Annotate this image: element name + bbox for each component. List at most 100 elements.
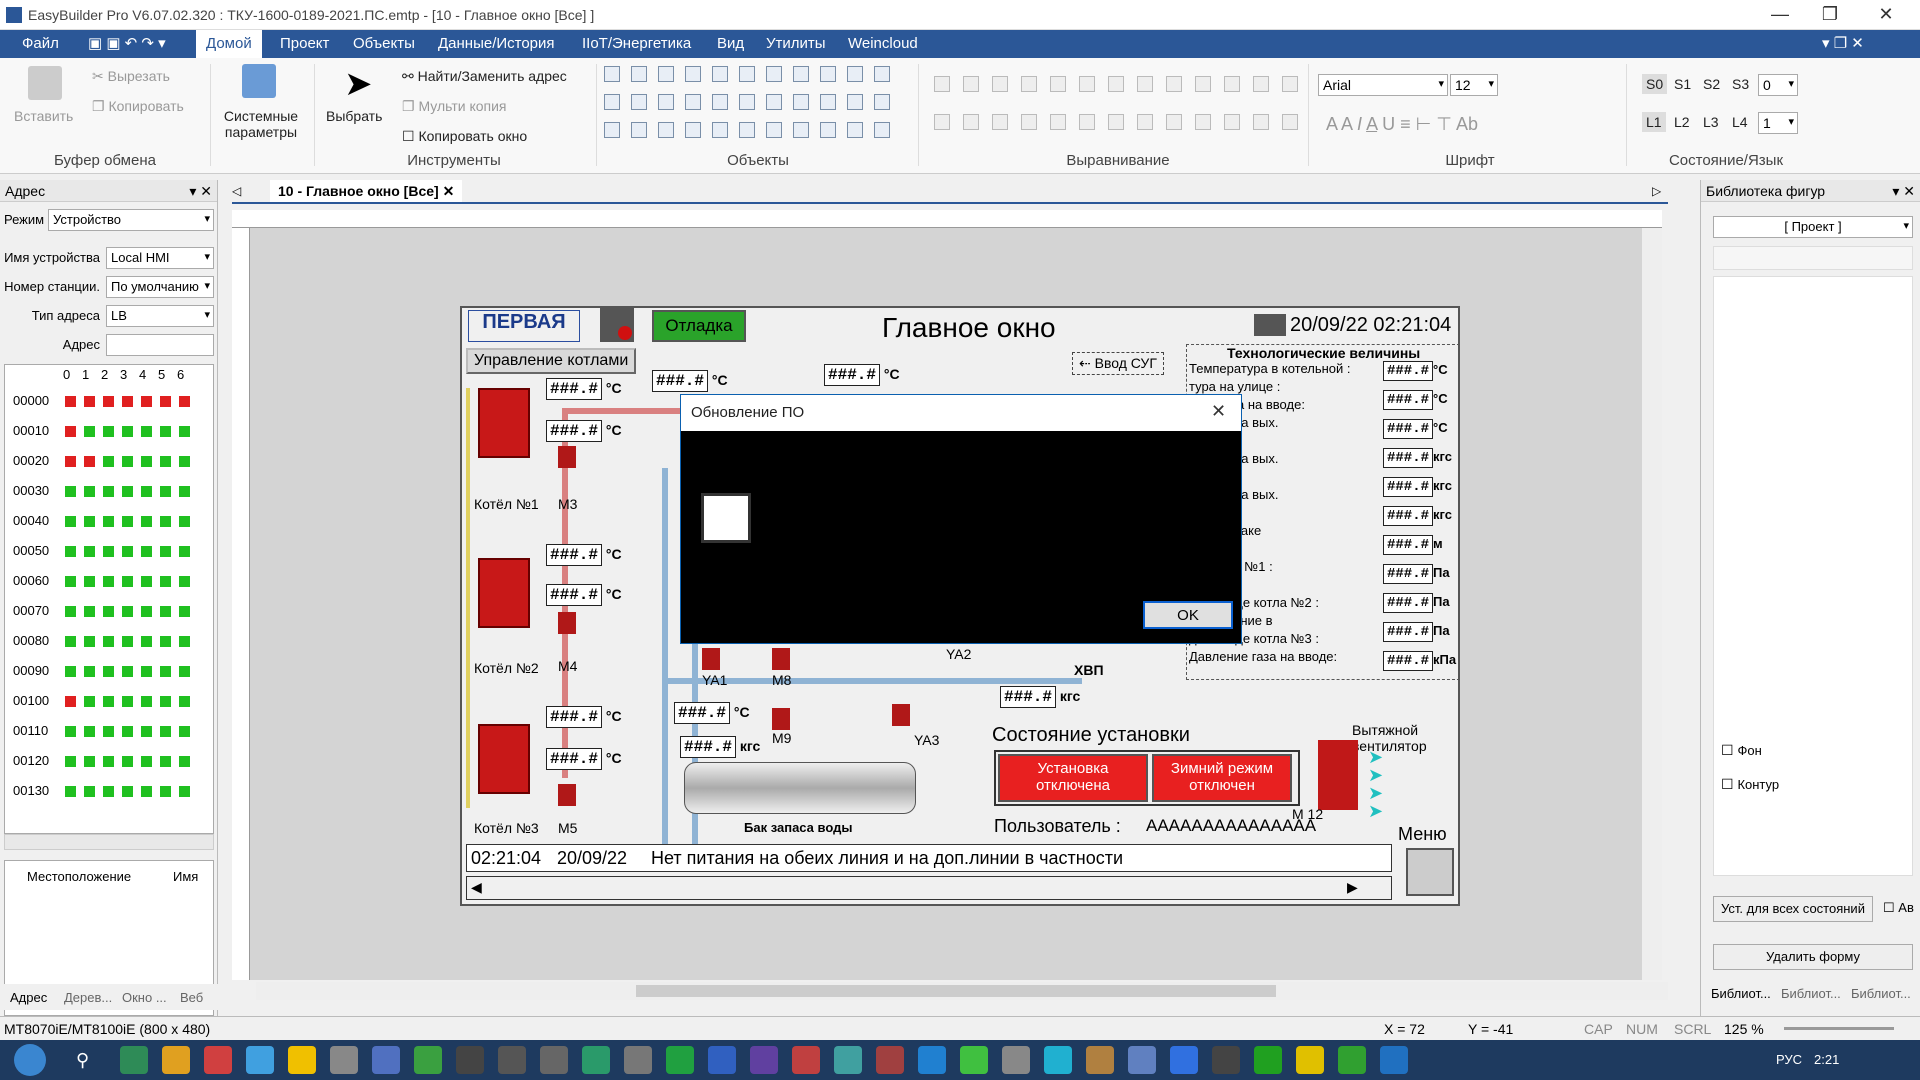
- tech-readout[interactable]: ###.# м: [1383, 535, 1458, 564]
- tech-readout[interactable]: ###.# °C: [1383, 390, 1458, 419]
- object-tool-icon[interactable]: [712, 94, 728, 110]
- object-tool-icon[interactable]: [658, 66, 674, 82]
- align-tool-icon[interactable]: [992, 114, 1008, 130]
- bit-indicator[interactable]: [103, 666, 114, 677]
- bit-indicator[interactable]: [84, 516, 95, 527]
- bit-indicator[interactable]: [84, 696, 95, 707]
- taskbar-app-icon[interactable]: [918, 1046, 946, 1074]
- align-tool-icon[interactable]: [963, 76, 979, 92]
- bit-indicator[interactable]: [141, 666, 152, 677]
- bit-indicator[interactable]: [122, 606, 133, 617]
- bit-indicator[interactable]: [179, 726, 190, 737]
- value-box[interactable]: ###.#: [546, 544, 603, 566]
- exhaust-fan-icon[interactable]: [1318, 740, 1358, 810]
- valve-ya1[interactable]: [702, 648, 720, 670]
- object-tool-icon[interactable]: [766, 122, 782, 138]
- align-tool-icon[interactable]: [1253, 114, 1269, 130]
- bit-indicator[interactable]: [84, 486, 95, 497]
- object-tool-icon[interactable]: [631, 66, 647, 82]
- taskbar-app-icon[interactable]: [1296, 1046, 1324, 1074]
- value-box[interactable]: ###.#: [1383, 361, 1434, 381]
- taskbar-app-icon[interactable]: [582, 1046, 610, 1074]
- temp-readout[interactable]: ###.# °C: [546, 420, 622, 442]
- object-tool-icon[interactable]: [685, 122, 701, 138]
- contour-checkbox[interactable]: ☐ Контур: [1721, 776, 1779, 793]
- object-tool-icon[interactable]: [793, 122, 809, 138]
- bit-indicator[interactable]: [122, 456, 133, 467]
- bit-indicator[interactable]: [103, 726, 114, 737]
- tech-readout[interactable]: ###.# Па: [1383, 593, 1458, 622]
- object-tool-icon[interactable]: [793, 94, 809, 110]
- bit-indicator[interactable]: [65, 516, 76, 527]
- canvas-hscroll[interactable]: [256, 982, 1668, 1000]
- bit-indicator[interactable]: [160, 456, 171, 467]
- taskbar-app-icon[interactable]: [540, 1046, 568, 1074]
- search-icon[interactable]: ⚲: [76, 1050, 89, 1071]
- installation-off-button[interactable]: Установка отключена: [998, 754, 1148, 802]
- tab-scroll-left-icon[interactable]: ◁: [232, 184, 241, 198]
- close-tab-icon[interactable]: ✕: [443, 183, 455, 199]
- taskbar-app-icon[interactable]: [1086, 1046, 1114, 1074]
- font-format-icons[interactable]: A A I A U ≡ ⊢ ⊤ Ab: [1326, 114, 1478, 135]
- bit-indicator[interactable]: [141, 456, 152, 467]
- bit-indicator[interactable]: [84, 456, 95, 467]
- bit-indicator[interactable]: [179, 456, 190, 467]
- bit-indicator[interactable]: [160, 696, 171, 707]
- library-tab-1[interactable]: Библиот...: [1711, 986, 1771, 1001]
- bit-indicator[interactable]: [122, 516, 133, 527]
- bit-indicator[interactable]: [160, 426, 171, 437]
- align-tool-icon[interactable]: [1224, 114, 1240, 130]
- taskbar-app-icon[interactable]: [1380, 1046, 1408, 1074]
- tech-readout[interactable]: ###.# кПа: [1383, 651, 1458, 680]
- clock[interactable]: 2:21: [1814, 1052, 1839, 1067]
- boiler-3[interactable]: [478, 724, 530, 794]
- value-box[interactable]: ###.#: [1000, 686, 1057, 708]
- bit-indicator[interactable]: [179, 696, 190, 707]
- boiler-1[interactable]: [478, 388, 530, 458]
- taskbar-app-icon[interactable]: [1128, 1046, 1156, 1074]
- bit-indicator[interactable]: [103, 546, 114, 557]
- minimize-button[interactable]: —: [1760, 4, 1800, 25]
- object-tool-icon[interactable]: [793, 66, 809, 82]
- object-tool-icon[interactable]: [631, 122, 647, 138]
- object-tool-icon[interactable]: [874, 66, 890, 82]
- valve-m5[interactable]: [558, 784, 576, 806]
- system-params-button[interactable]: Системные параметры: [218, 108, 304, 140]
- bit-indicator[interactable]: [103, 606, 114, 617]
- object-tool-icon[interactable]: [739, 94, 755, 110]
- bit-indicator[interactable]: [84, 726, 95, 737]
- value-box[interactable]: ###.#: [674, 702, 731, 724]
- object-tool-icon[interactable]: [766, 66, 782, 82]
- bit-indicator[interactable]: [65, 456, 76, 467]
- temp-readout[interactable]: ###.# °C: [546, 748, 622, 770]
- align-tool-icon[interactable]: [1021, 76, 1037, 92]
- object-tool-icon[interactable]: [820, 66, 836, 82]
- object-tool-icon[interactable]: [874, 122, 890, 138]
- taskbar-app-icon[interactable]: [834, 1046, 862, 1074]
- bit-indicator[interactable]: [84, 756, 95, 767]
- bit-indicator[interactable]: [160, 726, 171, 737]
- tech-readout[interactable]: ###.# °C: [1383, 419, 1458, 448]
- tech-readout[interactable]: ###.# кгс: [1383, 477, 1458, 506]
- bit-indicator[interactable]: [122, 486, 133, 497]
- start-button[interactable]: [14, 1044, 46, 1076]
- water-tank[interactable]: [684, 762, 916, 814]
- bit-indicator[interactable]: [179, 426, 190, 437]
- library-project-select[interactable]: [ Проект ]: [1713, 216, 1913, 238]
- value-box[interactable]: ###.#: [546, 378, 603, 400]
- align-tool-icon[interactable]: [934, 114, 950, 130]
- object-tool-icon[interactable]: [820, 94, 836, 110]
- align-tool-icon[interactable]: [1253, 76, 1269, 92]
- tech-readout[interactable]: ###.# Па: [1383, 622, 1458, 651]
- bit-indicator[interactable]: [141, 576, 152, 587]
- align-tool-icon[interactable]: [1282, 114, 1298, 130]
- taskbar-app-icon[interactable]: [876, 1046, 904, 1074]
- value-box[interactable]: ###.#: [546, 706, 603, 728]
- taskbar-app-icon[interactable]: [750, 1046, 778, 1074]
- bit-indicator[interactable]: [103, 696, 114, 707]
- bit-indicator[interactable]: [122, 636, 133, 647]
- valve-m9[interactable]: [772, 708, 790, 730]
- object-tool-icon[interactable]: [685, 66, 701, 82]
- maximize-button[interactable]: ❐: [1810, 4, 1850, 25]
- state-value-input[interactable]: 0: [1758, 74, 1798, 96]
